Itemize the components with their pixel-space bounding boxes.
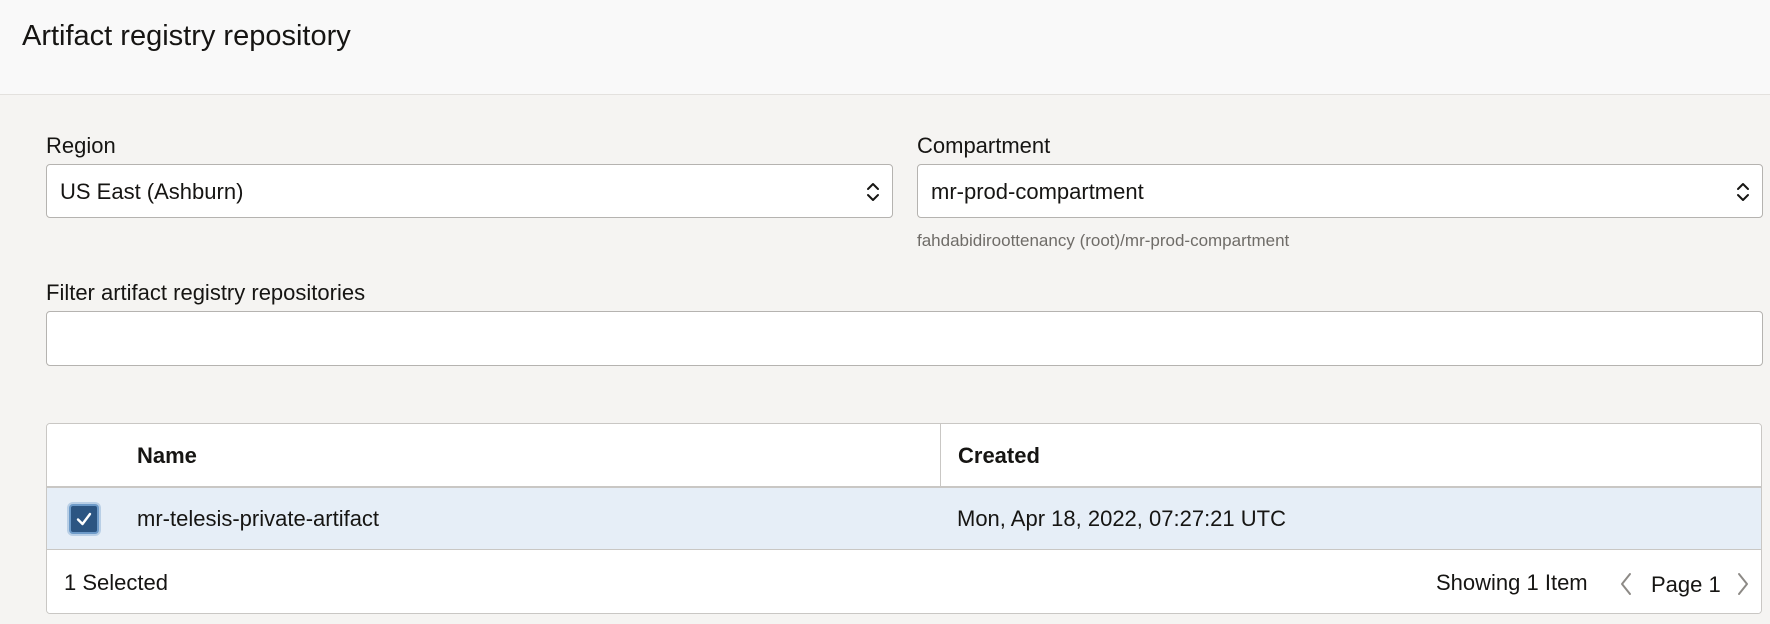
chevron-right-icon[interactable] (1734, 570, 1752, 598)
compartment-select-value: mr-prod-compartment (931, 179, 1144, 204)
chevron-left-icon[interactable] (1617, 570, 1635, 598)
page-indicator: Page 1 (1651, 572, 1721, 597)
repositories-table: Name Created mr-telesis-private-artifact… (46, 423, 1762, 614)
region-select[interactable]: US East (Ashburn) (46, 164, 893, 218)
compartment-select[interactable]: mr-prod-compartment (917, 164, 1763, 218)
column-header-name[interactable]: Name (137, 443, 197, 469)
region-label: Region (46, 133, 116, 158)
region-select-value: US East (Ashburn) (60, 179, 244, 204)
compartment-label: Compartment (917, 133, 1051, 158)
row-created-cell: Mon, Apr 18, 2022, 07:27:21 UTC (957, 506, 1286, 531)
checkmark-icon (76, 512, 92, 526)
table-header: Name Created (47, 424, 1761, 488)
column-header-created[interactable]: Created (958, 443, 1040, 469)
column-divider (940, 424, 941, 486)
up-down-chevron-icon (1737, 183, 1749, 201)
row-checkbox[interactable] (69, 504, 99, 534)
filter-input[interactable] (46, 311, 1763, 366)
showing-count: Showing 1 Item (1436, 570, 1588, 595)
up-down-chevron-icon (867, 183, 879, 201)
filter-label: Filter artifact registry repositories (46, 280, 366, 305)
table-footer: 1 Selected Showing 1 Item Page 1 (47, 550, 1761, 613)
selected-count: 1 Selected (64, 570, 168, 595)
page-title: Artifact registry repository (22, 20, 351, 52)
row-name-cell: mr-telesis-private-artifact (137, 506, 380, 531)
compartment-path: fahdabidiroottenancy (root)/mr-prod-comp… (917, 231, 1290, 250)
table-row[interactable]: mr-telesis-private-artifact Mon, Apr 18,… (47, 488, 1761, 550)
page-header: Artifact registry repository (0, 0, 1770, 95)
